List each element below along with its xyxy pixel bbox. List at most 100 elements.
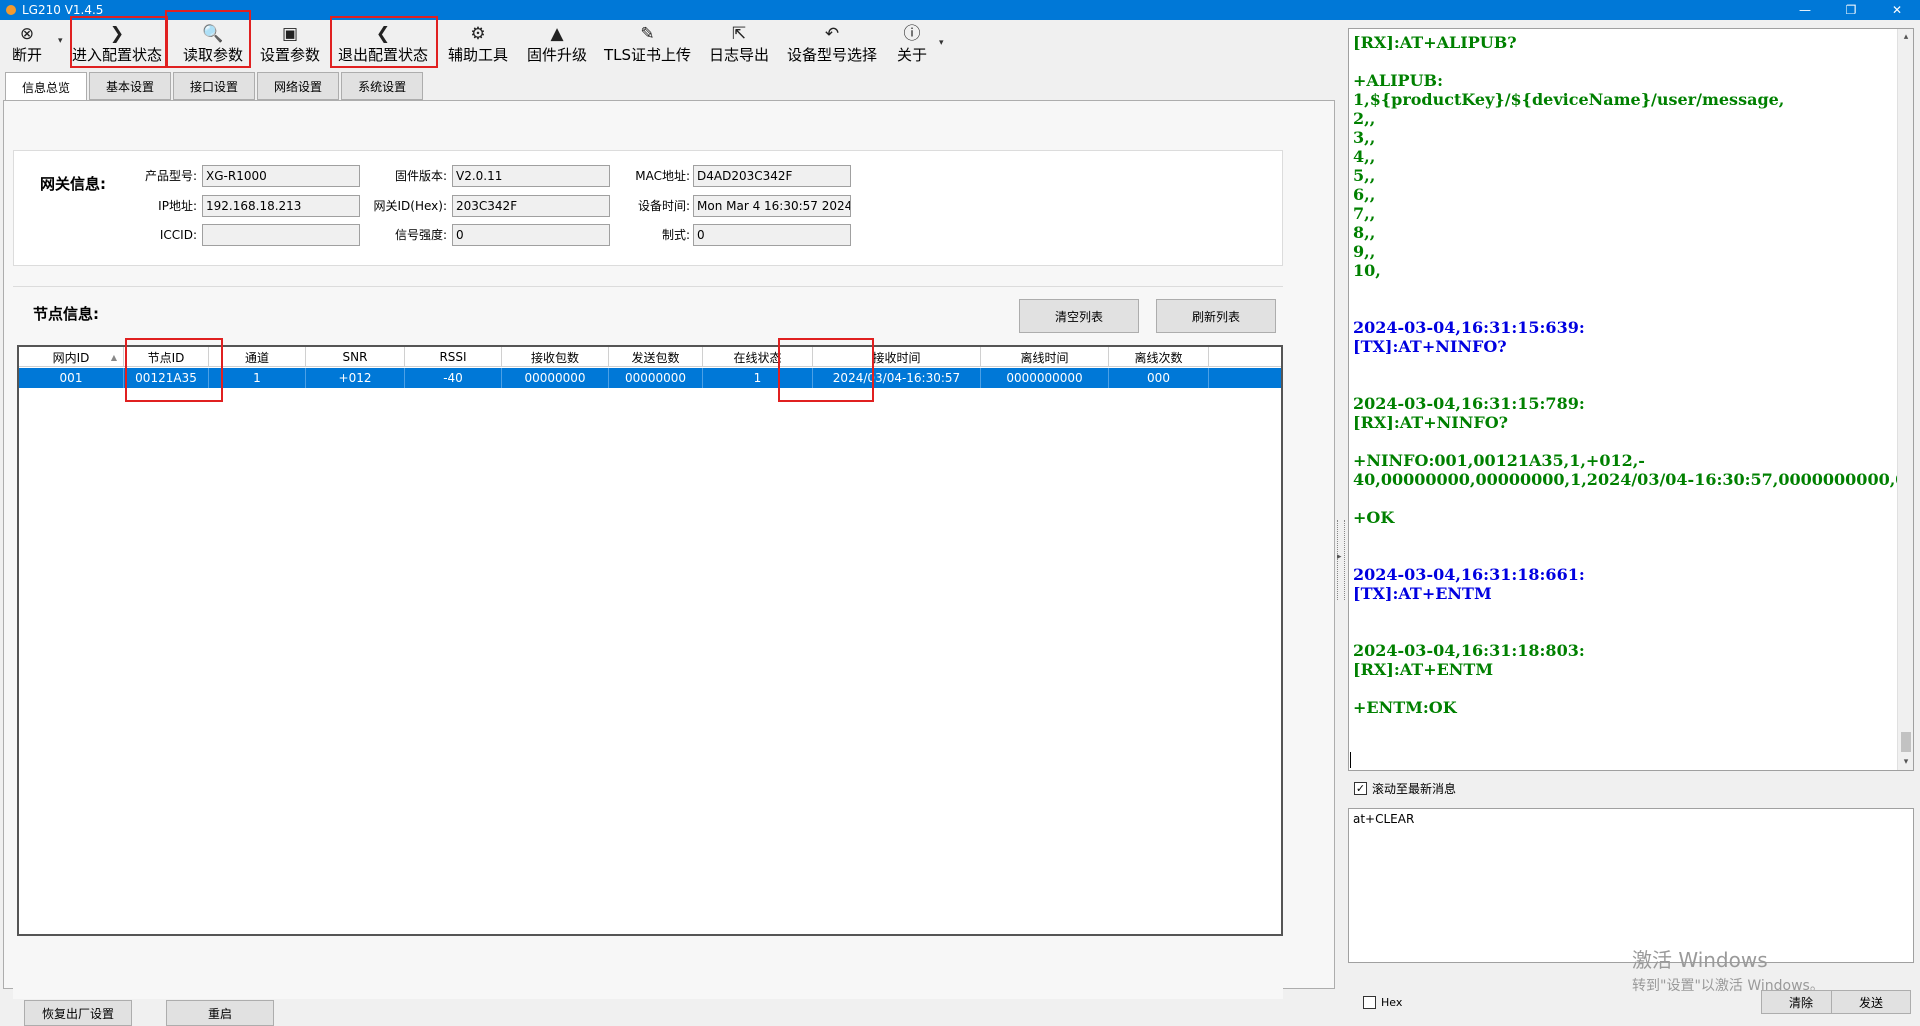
close-button[interactable]: ✕ (1874, 0, 1920, 20)
device-time-label: 设备时间: (637, 199, 690, 213)
log-line-rx: 6,, (1353, 185, 1376, 204)
column-header[interactable]: 离线次数 (1109, 347, 1209, 367)
serial-log-text: [RX]:AT+ALIPUB? +ALIPUB: 1,${productKey}/$… (1353, 33, 1913, 717)
column-header[interactable]: 离线时间 (981, 347, 1109, 367)
column-header[interactable]: SNR (306, 347, 405, 367)
set-params-label: 设置参数 (260, 46, 321, 64)
tab-network-settings[interactable]: 网络设置 (257, 72, 340, 100)
table-cell: 1 (209, 368, 306, 388)
restore-button[interactable]: ❐ (1828, 0, 1874, 20)
serial-log[interactable]: [RX]:AT+ALIPUB? +ALIPUB: 1,${productKey}/$… (1348, 28, 1914, 771)
panel-splitter[interactable]: ▸ (1335, 30, 1347, 990)
device-model-button[interactable]: ↶ 设备型号选择 (787, 22, 877, 68)
aux-tools-button[interactable]: ⚙ 辅助工具 (448, 22, 508, 68)
send-button[interactable]: 发送 (1831, 990, 1911, 1014)
log-line-tx: 2024-03-04,16:31:18:661: (1353, 565, 1585, 584)
hex-checkbox[interactable]: Hex (1363, 996, 1402, 1009)
log-line-rx: 8,, (1353, 223, 1376, 242)
tab-overview[interactable]: 信息总览 (5, 72, 88, 102)
autoscroll-check[interactable]: ✓ (1354, 781, 1367, 795)
scroll-up-icon[interactable]: ▴ (1898, 29, 1913, 45)
device-model-label: 设备型号选择 (787, 46, 878, 64)
log-scrollbar[interactable]: ▴ ▾ (1897, 29, 1913, 770)
network-mode-label: 制式: (661, 228, 690, 242)
table-cell: -40 (405, 368, 502, 388)
column-header[interactable]: 在线状态 (703, 347, 813, 367)
gateway-id-label: 网关ID(Hex): (373, 199, 447, 213)
hex-label: Hex (1381, 996, 1403, 1009)
signal-strength-field[interactable]: 0 (452, 224, 610, 246)
tab-system-settings[interactable]: 系统设置 (341, 72, 424, 100)
log-line-rx: +NINFO:001,00121A35,1,+012,- (1353, 451, 1645, 470)
log-line-rx: [RX]:AT+NINFO? (1353, 413, 1509, 432)
map-pin-x-icon: ⊗ (19, 23, 35, 44)
column-header[interactable]: 通道 (209, 347, 306, 367)
autoscroll-checkbox[interactable]: ✓ 滚动至最新消息 (1354, 780, 1456, 796)
log-line-rx: +ALIPUB: (1353, 71, 1443, 90)
undo-arrow-icon: ↶ (824, 23, 840, 44)
window-controls: — ❐ ✕ (1782, 0, 1920, 20)
send-input[interactable]: at+CLEAR (1348, 808, 1914, 963)
scroll-down-icon[interactable]: ▾ (1898, 754, 1913, 770)
ip-address-label: IP地址: (158, 199, 197, 213)
log-line-rx (1353, 299, 1893, 318)
set-params-button[interactable]: ▣ 设置参数 (260, 22, 320, 68)
node-table-header: 网内ID ▲ 节点ID 通道 SNR RSSI 接收包数 发送包数 在线状态 接收时间 离线时间 离线… (19, 347, 1281, 367)
column-header[interactable]: 网内ID ▲ (19, 347, 124, 367)
autoscroll-label: 滚动至最新消息 (1372, 781, 1457, 796)
node-info-title: 节点信息: (33, 305, 99, 323)
tls-upload-label: TLS证书上传 (604, 46, 692, 64)
tab-interface-settings[interactable]: 接口设置 (173, 72, 256, 100)
log-line-tx: 2024-03-04,16:31:15:639: (1353, 318, 1585, 337)
enter-config-button[interactable]: ❯ 进入配置状态 (72, 22, 162, 68)
gateway-id-field[interactable]: 203C342F (452, 195, 610, 217)
read-params-button[interactable]: 🔍 读取参数 (183, 22, 243, 68)
log-export-button[interactable]: ⇱ 日志导出 (709, 22, 769, 68)
log-line-rx: 1,${productKey}/${deviceName}/user/messa… (1353, 90, 1785, 109)
factory-reset-button[interactable]: 恢复出厂设置 (24, 1000, 132, 1026)
chevron-right-icon: ❯ (109, 23, 125, 44)
refresh-list-button[interactable]: 刷新列表 (1156, 299, 1276, 333)
product-model-field[interactable]: XG-R1000 (202, 165, 360, 187)
minimize-button[interactable]: — (1782, 0, 1828, 20)
column-header[interactable]: 接收时间 (813, 347, 981, 367)
scroll-thumb[interactable] (1901, 732, 1911, 752)
table-cell: 000 (1109, 368, 1209, 388)
disconnect-dropdown-icon[interactable]: ▾ (58, 36, 63, 46)
clear-list-button[interactable]: 清空列表 (1019, 299, 1139, 333)
text-caret (1350, 752, 1351, 768)
tab-basic-settings[interactable]: 基本设置 (89, 72, 172, 100)
column-header[interactable]: RSSI (405, 347, 502, 367)
windows-activation-watermark: 激活 Windows 转到"设置"以激活 Windows。 (1632, 944, 1824, 995)
column-header[interactable]: 发送包数 (609, 347, 703, 367)
tls-upload-button[interactable]: ✎ TLS证书上传 (604, 22, 691, 68)
left-footer: 恢复出厂设置 重启 (0, 990, 1335, 1026)
network-mode-field[interactable]: 0 (693, 224, 851, 246)
node-table: 网内ID ▲ 节点ID 通道 SNR RSSI 接收包数 发送包数 在线状态 接收时间 离线时间 离线… (17, 345, 1283, 936)
ip-address-field[interactable]: 192.168.18.213 (202, 195, 360, 217)
firmware-version-field[interactable]: V2.0.11 (452, 165, 610, 187)
log-line-rx (1353, 52, 1893, 71)
log-line-rx: 4,, (1353, 147, 1376, 166)
firmware-upgrade-button[interactable]: ▲ 固件升级 (527, 22, 587, 68)
column-header[interactable]: 节点ID (124, 347, 209, 367)
toolbar-overflow-icon[interactable]: ▾ (939, 38, 944, 48)
app-icon (6, 5, 16, 15)
exit-config-button[interactable]: ❮ 退出配置状态 (338, 22, 428, 68)
toolbar: ⊗ 断开 ▾ ❯ 进入配置状态 🔍 读取参数 ▣ 设置参数 ❮ 退出配置状态 ⚙… (0, 10, 1335, 70)
log-line-rx (1353, 280, 1893, 299)
table-row[interactable]: 001 00121A35 1 +012 -40 00000000 00000000 1 2024… (19, 368, 1281, 388)
firmware-upgrade-label: 固件升级 (527, 46, 588, 64)
column-header[interactable]: 接收包数 (502, 347, 609, 367)
clear-log-button[interactable]: 清除 (1761, 990, 1841, 1014)
iccid-field[interactable] (202, 224, 360, 246)
log-line-rx (1353, 432, 1893, 451)
signal-strength-label: 信号强度: (394, 228, 447, 242)
disconnect-button[interactable]: ⊗ 断开 (12, 22, 42, 68)
about-button[interactable]: ⓘ 关于 (897, 22, 927, 68)
reboot-button[interactable]: 重启 (166, 1000, 274, 1026)
mac-address-field[interactable]: D4AD203C342F (693, 165, 851, 187)
hex-check[interactable] (1363, 996, 1376, 1009)
log-line-rx: 3,, (1353, 128, 1376, 147)
device-time-field[interactable]: Mon Mar 4 16:30:57 2024 (693, 195, 851, 217)
